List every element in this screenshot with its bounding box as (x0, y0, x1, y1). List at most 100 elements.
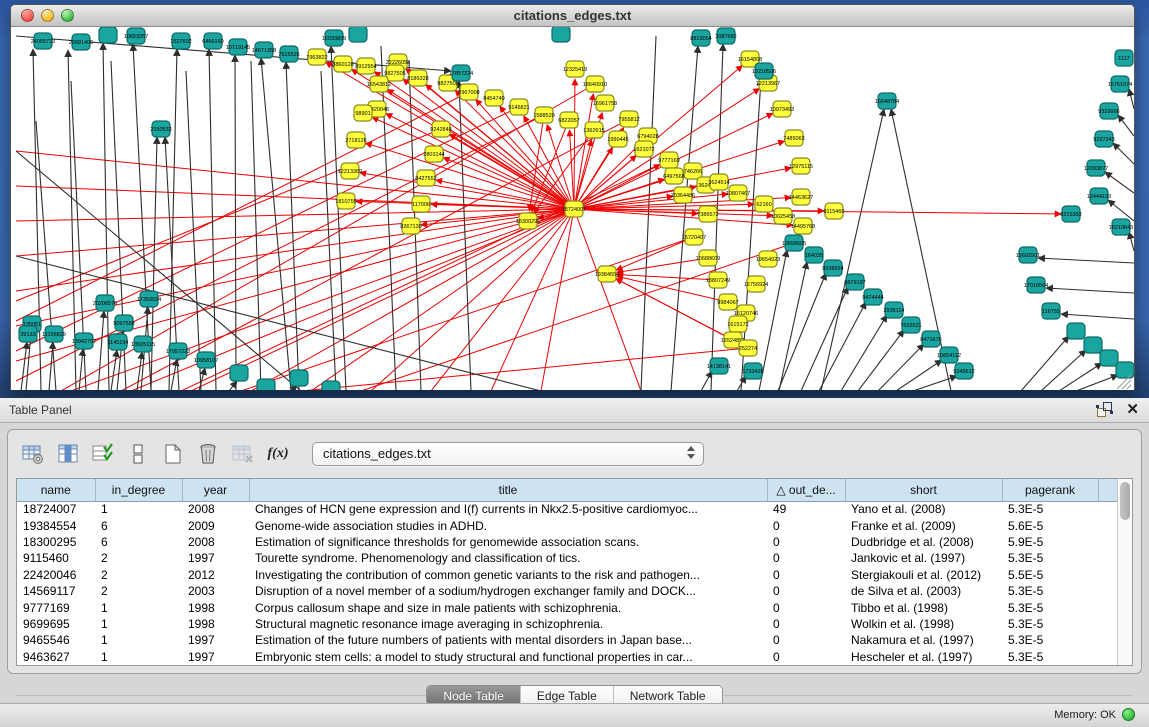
table-cell[interactable]: Yano et al. (2008) (845, 501, 1002, 517)
resize-grip-icon[interactable] (1122, 380, 1131, 389)
table-cell[interactable]: 0 (767, 583, 845, 599)
graph-edge[interactable] (1076, 375, 1118, 390)
float-panel-icon[interactable] (1097, 402, 1112, 417)
table-cell[interactable]: 9465546 (17, 632, 95, 648)
table-row[interactable]: 911546021997Tourette syndrome. Phenomeno… (17, 550, 1117, 566)
graph-edge[interactable] (641, 36, 656, 390)
table-cell[interactable]: 5.3E-5 (1002, 616, 1098, 632)
table-cell[interactable]: Tibbo et al. (1998) (845, 599, 1002, 615)
graph-edge[interactable] (701, 371, 712, 390)
close-panel-icon[interactable]: ✕ (1126, 402, 1139, 417)
table-cell[interactable]: 5.3E-5 (1002, 632, 1098, 648)
graph-edge[interactable] (261, 58, 291, 390)
table-cell[interactable]: Wolkin et al. (1998) (845, 616, 1002, 632)
table-cell[interactable]: 9115460 (17, 550, 95, 566)
graph-node[interactable] (322, 381, 340, 390)
table-row[interactable]: 946362711997Embryonic stem cells: a mode… (17, 649, 1117, 665)
graph-edge[interactable] (79, 349, 83, 390)
graph-edge[interactable] (1105, 172, 1134, 193)
table-cell[interactable]: Nakamura et al. (1997) (845, 632, 1002, 648)
table-cell[interactable]: 5.3E-5 (1002, 583, 1098, 599)
table-cell[interactable]: 2008 (182, 534, 249, 550)
graph-node[interactable] (1084, 337, 1102, 353)
network-canvas[interactable]: 7963822886012889129542222605898275058186… (11, 27, 1134, 390)
column-header-title[interactable]: title (249, 479, 767, 501)
table-cell[interactable]: 0 (767, 517, 845, 533)
graph-edge[interactable] (821, 109, 884, 390)
graph-edge[interactable] (1059, 363, 1102, 390)
table-cell[interactable]: 2003 (182, 583, 249, 599)
graph-node[interactable] (99, 27, 117, 43)
graph-edge[interactable] (616, 237, 694, 270)
table-cell[interactable]: Franke et al. (2009) (845, 517, 1002, 533)
table-cell[interactable]: 6 (95, 534, 182, 550)
table-cell[interactable]: 9777169 (17, 599, 95, 615)
graph-edge[interactable] (16, 209, 574, 221)
table-cell[interactable]: 1997 (182, 550, 249, 566)
table-cell[interactable]: Jankovic et al. (1997) (845, 550, 1002, 566)
table-cell[interactable]: 1997 (182, 632, 249, 648)
graph-edge[interactable] (476, 99, 574, 209)
table-cell[interactable]: 1 (95, 501, 182, 517)
graph-edge[interactable] (111, 350, 117, 390)
table-cell[interactable]: 1 (95, 599, 182, 615)
table-cell[interactable]: 14569117 (17, 583, 95, 599)
graph-edge[interactable] (1046, 288, 1134, 293)
graph-edge[interactable] (16, 129, 441, 301)
graph-edge[interactable] (574, 79, 575, 209)
table-cell[interactable]: 0 (767, 534, 845, 550)
table-cell[interactable]: Corpus callosum shape and size in male p… (249, 599, 767, 615)
table-cell[interactable]: Dudbridge et al. (2008) (845, 534, 1002, 550)
table-row[interactable]: 946554611997Estimation of the future num… (17, 632, 1117, 648)
graph-edge[interactable] (878, 344, 924, 390)
graph-node[interactable] (1116, 362, 1134, 378)
table-row[interactable]: 1872400712008Changes of HCN gene express… (17, 501, 1117, 517)
graph-edge[interactable] (841, 315, 887, 390)
table-cell[interactable]: 5.3E-5 (1002, 550, 1098, 566)
graph-edge[interactable] (1041, 350, 1086, 390)
graph-edge[interactable] (1118, 115, 1134, 136)
table-cell[interactable]: Structural magnetic resonance image aver… (249, 616, 767, 632)
table-cell[interactable]: 0 (767, 550, 845, 566)
resize-grip-icon[interactable] (1127, 385, 1131, 389)
memory-ok-indicator[interactable] (1122, 708, 1135, 721)
table-cell[interactable]: 19384554 (17, 517, 95, 533)
table-cell[interactable]: Investigating the contribution of common… (249, 567, 767, 583)
table-row[interactable]: 1938455462009Genome-wide association stu… (17, 517, 1117, 533)
table-scrollbar-thumb[interactable] (1120, 482, 1130, 520)
graph-edge[interactable] (617, 275, 718, 280)
graph-edge[interactable] (186, 71, 201, 390)
table-cell[interactable]: 9463627 (17, 649, 95, 665)
graph-edge[interactable] (103, 43, 109, 390)
table-row[interactable]: 2242004622012Investigating the contribut… (17, 567, 1117, 583)
column-chooser-icon[interactable] (55, 441, 81, 467)
citation-network-graph[interactable]: 7963822886012889129542222605898275058186… (11, 27, 1134, 390)
table-cell[interactable]: Estimation of significance thresholds fo… (249, 534, 767, 550)
graph-node[interactable] (1067, 323, 1085, 339)
graph-edge[interactable] (459, 81, 471, 390)
graph-edge[interactable] (574, 140, 592, 209)
graph-edge[interactable] (431, 209, 574, 390)
graph-edge[interactable] (1113, 143, 1134, 164)
graph-edge[interactable] (896, 360, 942, 390)
table-cell[interactable]: 9699695 (17, 616, 95, 632)
column-header-year[interactable]: year (182, 479, 249, 501)
graph-edge[interactable] (1108, 200, 1134, 221)
table-select-dropdown[interactable]: citations_edges.txt (312, 442, 704, 466)
delete-table-icon[interactable] (230, 441, 256, 467)
graph-edge[interactable] (858, 330, 904, 390)
table-cell[interactable]: 2008 (182, 501, 249, 517)
split-view-icon[interactable] (125, 441, 151, 467)
table-scrollbar[interactable] (1117, 479, 1132, 665)
graph-edge[interactable] (779, 262, 807, 390)
column-header-short[interactable]: short (845, 479, 1002, 501)
table-row[interactable]: 969969511998Structural magnetic resonanc… (17, 616, 1117, 632)
graph-edge[interactable] (778, 273, 826, 390)
column-header-name[interactable]: name (17, 479, 95, 501)
table-settings-icon[interactable] (20, 441, 46, 467)
table-row[interactable]: 977716911998Corpus callosum shape and si… (17, 599, 1117, 615)
table-cell[interactable]: 18300295 (17, 534, 95, 550)
table-cell[interactable]: 2 (95, 583, 182, 599)
table-row[interactable]: 1830029562008Estimation of significance … (17, 534, 1117, 550)
table-cell[interactable]: 18724007 (17, 501, 95, 517)
